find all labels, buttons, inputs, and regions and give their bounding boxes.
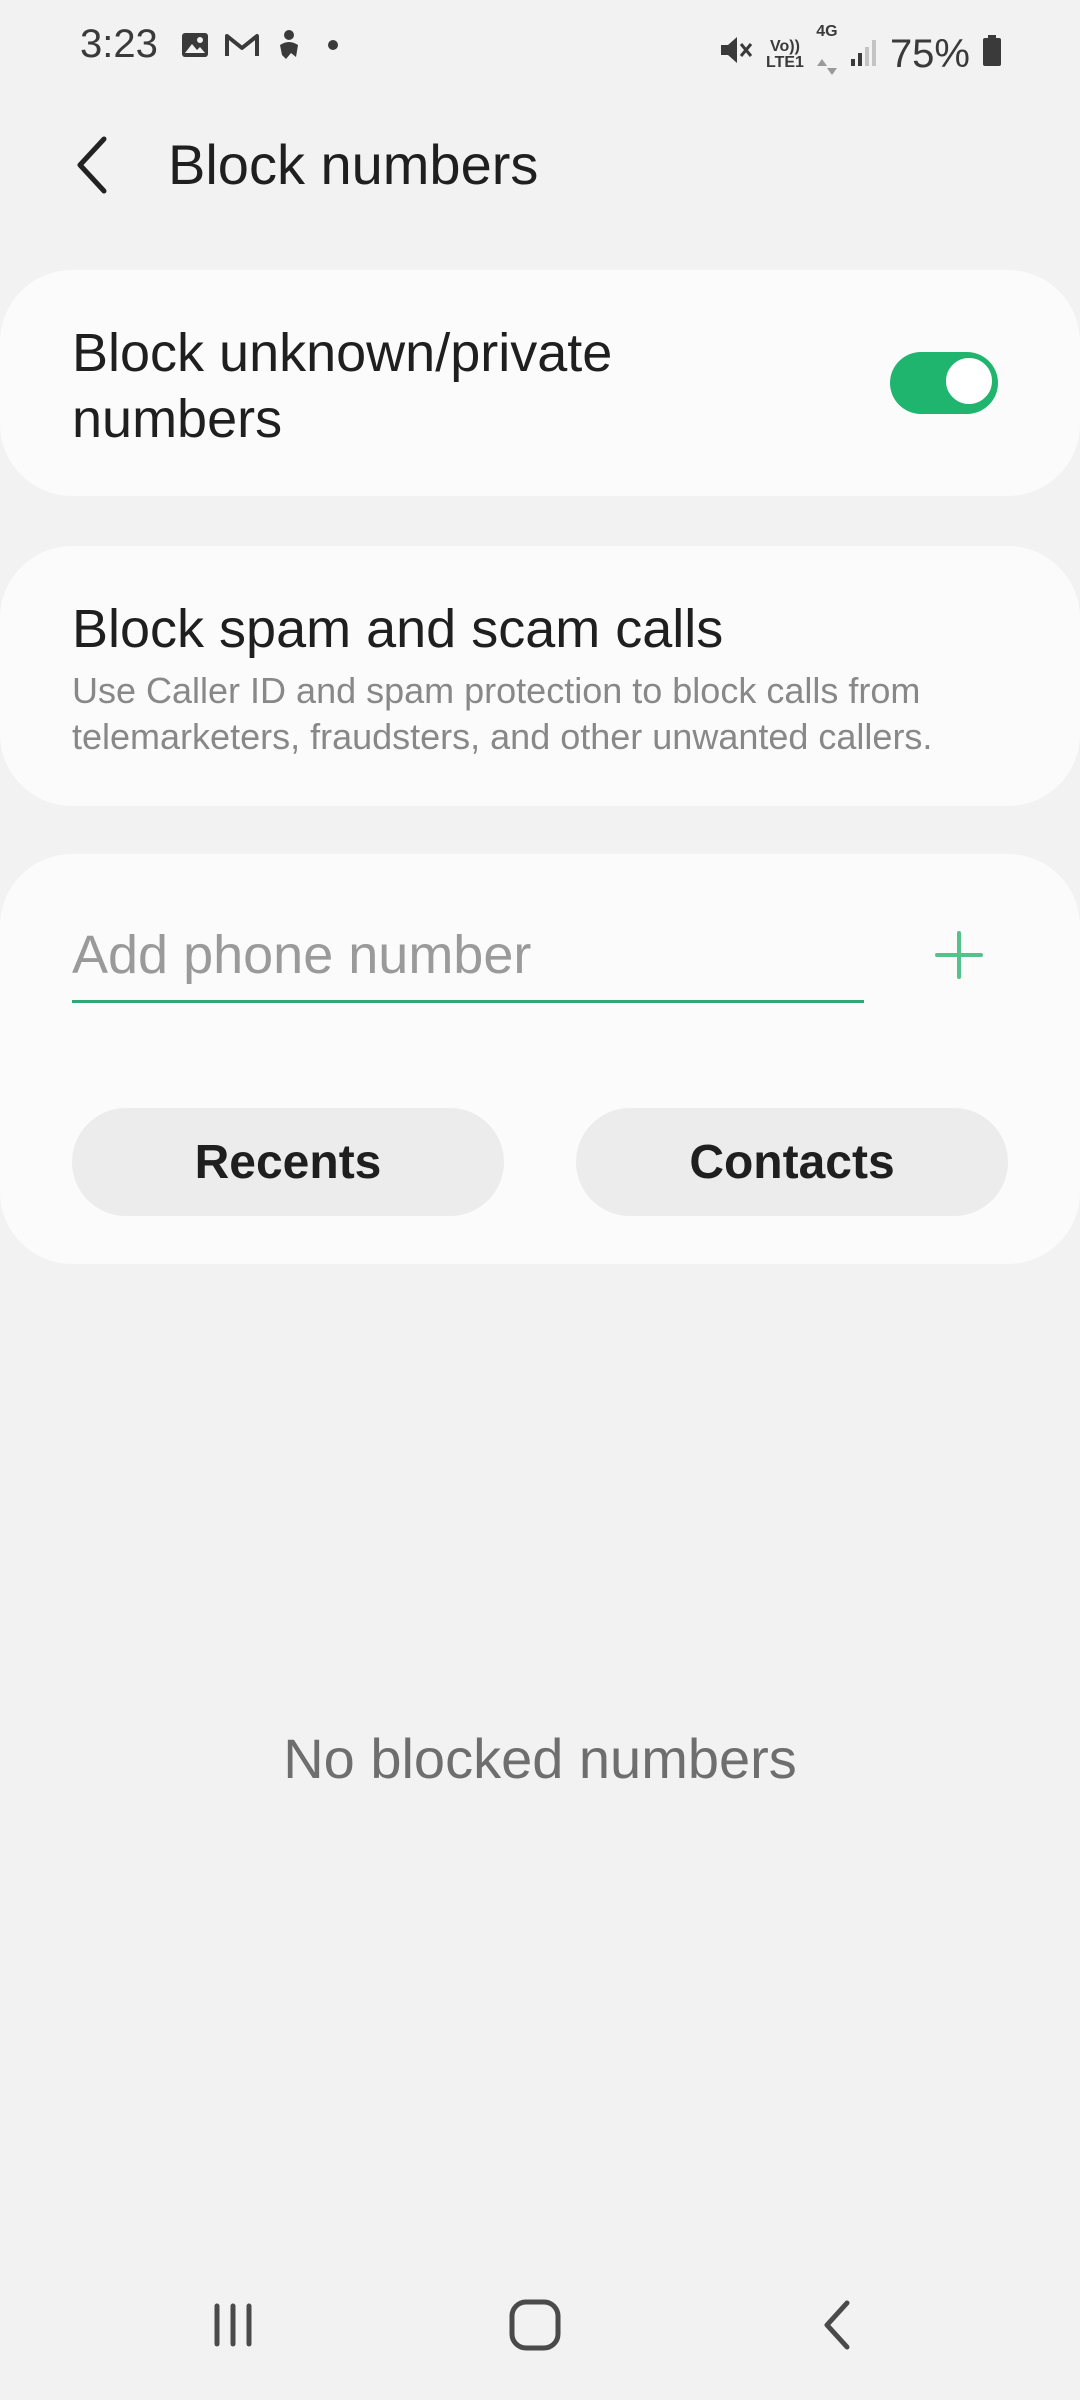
volte-label-bottom: LTE1 [766, 53, 804, 71]
volte-label-top: Vo)) [770, 37, 800, 55]
home-button[interactable] [490, 2280, 580, 2370]
gallery-icon [180, 30, 210, 60]
status-bar: 3:23 Vo)) LTE1 4G 75% [0, 0, 1080, 100]
block-unknown-toggle[interactable] [890, 352, 998, 414]
battery-icon [982, 32, 1002, 77]
recent-apps-icon [214, 2303, 252, 2347]
network-label: 4G [816, 23, 838, 40]
recent-apps-button[interactable] [188, 2280, 278, 2370]
block-unknown-label: Block unknown/private numbers [72, 323, 613, 449]
navigation-bar [0, 2260, 1080, 2400]
network-indicator: 4G [816, 24, 838, 85]
nav-back-button[interactable] [792, 2280, 882, 2370]
volte-indicator: Vo)) LTE1 [766, 37, 804, 71]
data-arrows-icon [816, 40, 838, 85]
status-left: 3:23 [80, 22, 348, 67]
gmail-icon [224, 30, 260, 60]
block-spam-card[interactable]: Block spam and scam calls Use Caller ID … [0, 546, 1080, 806]
toggle-knob [943, 355, 995, 407]
signal-icon [850, 32, 878, 77]
page-title: Block numbers [168, 133, 539, 196]
empty-state-text: No blocked numbers [283, 1727, 797, 1790]
add-number-card: Recents Contacts [0, 854, 1080, 1264]
dot-icon [318, 30, 348, 60]
back-icon [824, 2300, 850, 2350]
plus-icon [935, 931, 983, 979]
contacts-button[interactable]: Contacts [576, 1108, 1008, 1216]
mute-icon [718, 32, 754, 77]
block-spam-description: Use Caller ID and spam protection to blo… [72, 670, 933, 757]
status-right: Vo)) LTE1 4G 75% [718, 24, 1002, 85]
battery-percent: 75% [889, 32, 970, 76]
block-unknown-card[interactable]: Block unknown/private numbers [0, 270, 1080, 496]
chevron-left-icon [77, 136, 107, 194]
recents-button[interactable]: Recents [72, 1108, 504, 1216]
status-time: 3:23 [80, 22, 158, 66]
accessibility-icon [274, 29, 304, 61]
add-number-button[interactable] [924, 920, 994, 990]
block-spam-title: Block spam and scam calls [72, 599, 724, 659]
app-header: Block numbers [0, 120, 1080, 210]
phone-number-input[interactable] [72, 910, 864, 1003]
home-icon [509, 2299, 561, 2351]
back-button[interactable] [62, 130, 122, 200]
